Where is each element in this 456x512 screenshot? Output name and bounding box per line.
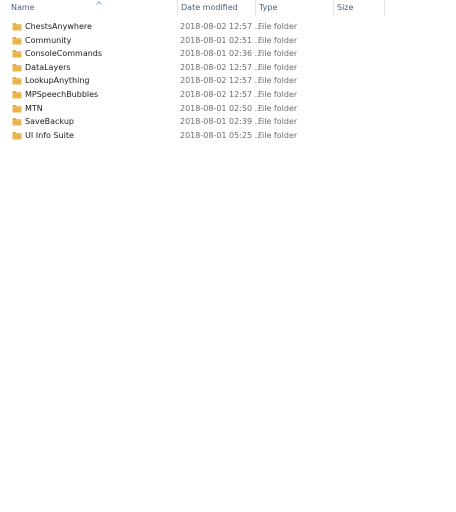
folder-icon <box>12 91 22 99</box>
file-date-modified: 2018-08-01 05:25 ... <box>180 130 263 140</box>
folder-icon <box>12 63 22 72</box>
folder-icon <box>12 118 22 126</box>
column-header-size-label: Size <box>337 3 354 12</box>
file-date-modified: 2018-08-01 02:36 ... <box>180 49 263 59</box>
file-type: File folder <box>258 117 298 127</box>
file-date-modified: 2018-08-01 02:39 ... <box>180 117 263 127</box>
list-item[interactable]: ConsoleCommands 2018-08-01 02:36 ... File … <box>0 47 456 61</box>
column-header-date-label: Date modified <box>181 3 238 12</box>
list-item[interactable]: LookupAnything 2018-08-02 12:57 ... File f… <box>0 74 456 88</box>
folder-icon <box>12 104 22 113</box>
folder-icon <box>12 50 22 58</box>
column-header-name-label: Name <box>11 3 35 12</box>
file-type: File folder <box>258 76 298 86</box>
file-name: MTN <box>25 103 43 113</box>
list-item[interactable]: MPSpeechBubbles 2018-08-02 12:57 ... File … <box>0 88 456 102</box>
file-name: UI Info Suite <box>25 130 74 140</box>
list-item[interactable]: MTN 2018-08-01 02:50 ... File folder <box>0 102 456 116</box>
file-date-modified: 2018-08-02 12:57 ... <box>180 62 263 72</box>
list-item[interactable]: DataLayers 2018-08-02 12:57 ... File folde… <box>0 61 456 75</box>
file-name: MPSpeechBubbles <box>25 89 99 99</box>
file-date-modified: 2018-08-02 12:57 ... <box>180 22 263 31</box>
list-item[interactable]: ChestsAnywhere 2018-08-02 12:57 ... File f… <box>0 20 456 34</box>
file-name: LookupAnything <box>25 76 90 86</box>
sort-up-chevron-icon <box>96 1 102 5</box>
column-header-type[interactable]: Type <box>255 0 331 16</box>
column-header-date-modified[interactable]: Date modified <box>177 0 253 16</box>
file-type: File folder <box>258 130 298 140</box>
file-name: SaveBackup <box>25 117 74 127</box>
file-date-modified: 2018-08-01 02:50 ... <box>180 103 263 113</box>
file-type: File folder <box>258 35 298 45</box>
column-header-name[interactable]: Name <box>8 0 176 16</box>
folder-icon <box>12 23 22 31</box>
list-item[interactable]: SaveBackup 2018-08-01 02:39 ... File folde… <box>0 115 456 129</box>
file-type: File folder <box>258 49 298 59</box>
column-header-type-label: Type <box>259 3 278 12</box>
file-list: ChestsAnywhere 2018-08-02 12:57 ... File f… <box>0 20 456 142</box>
file-name: DataLayers <box>25 62 71 72</box>
folder-icon <box>12 77 22 85</box>
file-type: File folder <box>258 103 298 113</box>
column-header-size[interactable]: Size <box>333 0 385 16</box>
file-date-modified: 2018-08-01 02:51 ... <box>180 35 263 45</box>
file-type: File folder <box>258 89 298 99</box>
list-item[interactable]: UI Info Suite 2018-08-01 05:25 ... File fo… <box>0 129 456 143</box>
file-name: Community <box>25 35 72 45</box>
list-item[interactable]: Community 2018-08-01 02:51 ... File folder <box>0 34 456 48</box>
folder-icon <box>12 36 22 45</box>
file-type: File folder <box>258 62 298 72</box>
file-name: ChestsAnywhere <box>25 22 92 31</box>
file-name: ConsoleCommands <box>25 49 103 59</box>
file-type: File folder <box>258 22 298 31</box>
folder-icon <box>12 131 22 140</box>
file-date-modified: 2018-08-02 12:57 ... <box>180 76 263 86</box>
file-date-modified: 2018-08-02 12:57 ... <box>180 89 263 99</box>
column-header-bar: Name Date modified Type Size <box>0 0 456 16</box>
